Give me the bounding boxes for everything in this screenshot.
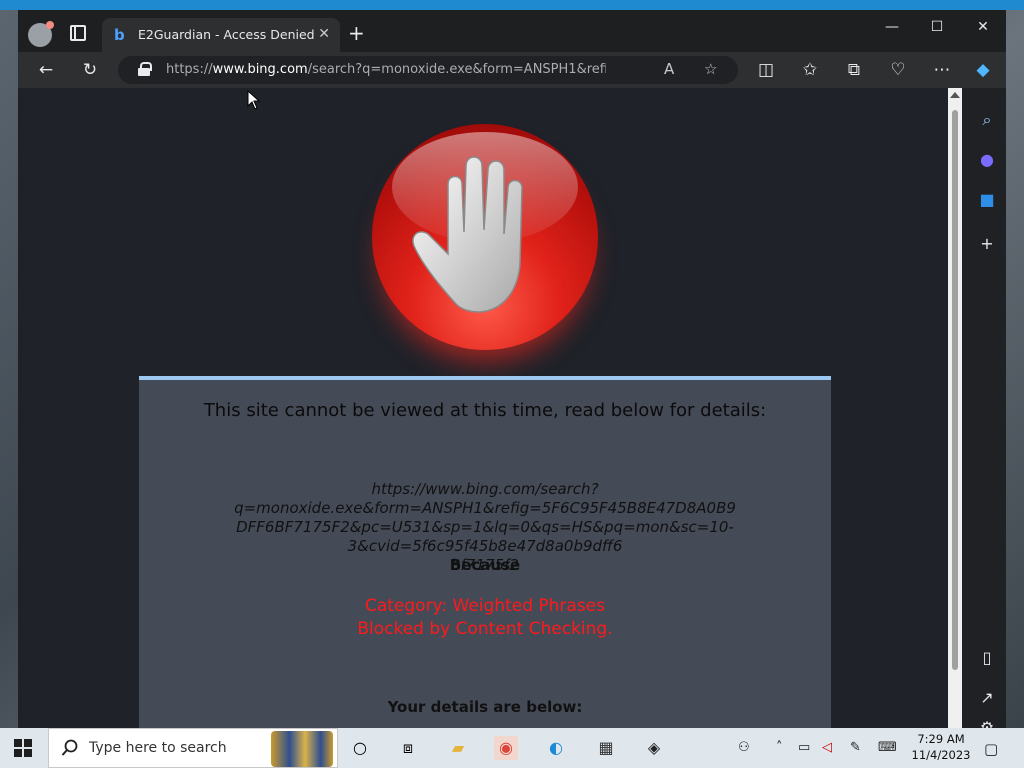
page-scrollbar[interactable] (948, 88, 962, 728)
tray-chevron-up-icon[interactable]: ˄ (776, 740, 783, 755)
details-heading: Your details are below: (387, 698, 583, 716)
tab-close-icon[interactable]: ✕ (318, 26, 330, 42)
block-category: Category: Weighted Phrases (364, 596, 606, 616)
task-view-icon[interactable]: ⧈ (396, 736, 420, 760)
search-highlight-image (271, 731, 333, 767)
scroll-up-icon[interactable] (950, 92, 960, 98)
network-icon[interactable]: ▭ (798, 740, 810, 755)
because-label: Because (449, 556, 521, 574)
maximize-button[interactable]: ☐ (923, 16, 951, 38)
scroll-thumb[interactable] (952, 110, 958, 670)
volume-muted-icon[interactable]: ◁ (822, 740, 832, 755)
heartbeat-icon[interactable]: ♡ (888, 60, 908, 80)
app-icon[interactable]: ◈ (642, 736, 666, 760)
browser-window: b E2Guardian - Access Denied ✕ + — ☐ ✕ ←… (18, 10, 1006, 737)
browser-toolbar: ← ↻ https://www.bing.com/search?q=monoxi… (18, 52, 1006, 88)
sidebar-toggle-icon[interactable]: ▯ (977, 648, 997, 668)
close-window-button[interactable]: ✕ (969, 16, 997, 38)
search-icon[interactable]: ⌕ (977, 110, 997, 130)
people-icon[interactable]: ⚇ (738, 740, 750, 755)
outlook-icon[interactable]: ■ (977, 190, 997, 210)
url-text[interactable]: https://www.bing.com/search?q=monoxide.e… (166, 62, 606, 77)
back-arrow-icon[interactable]: ← (36, 60, 56, 80)
tab-title: E2Guardian - Access Denied (138, 27, 315, 42)
desktop-accent-strip (0, 0, 1024, 10)
edge-icon[interactable]: ◐ (544, 736, 568, 760)
new-tab-button[interactable]: + (348, 23, 365, 43)
read-aloud-icon[interactable]: A (664, 60, 674, 78)
star-icon[interactable]: ☆ (704, 60, 717, 78)
stop-hand-icon (372, 124, 598, 350)
copilot-icon[interactable]: ◆ (973, 60, 993, 80)
access-denied-panel: This site cannot be viewed at this time,… (139, 376, 831, 728)
taskbar-search-box[interactable]: Type here to search (48, 728, 338, 768)
pen-icon[interactable]: ✎ (850, 740, 861, 755)
windows-start-icon[interactable] (14, 739, 32, 757)
taskbar-search-icon (61, 739, 78, 756)
clock-time: 7:29 AM (917, 732, 965, 746)
keyboard-icon[interactable]: ⌨ (878, 740, 897, 755)
refresh-icon[interactable]: ↻ (80, 60, 100, 80)
more-icon[interactable]: ⋯ (932, 60, 952, 80)
add-icon[interactable]: + (977, 234, 997, 254)
copilot-sidebar-icon[interactable]: ● (977, 150, 997, 170)
favorites-icon[interactable]: ✩ (800, 60, 820, 80)
bing-favicon-icon: b (114, 26, 125, 44)
tab-actions-icon[interactable] (70, 25, 86, 41)
edge-sidebar: ⌕ ● ■ + ▯ ↗ ⚙ (968, 88, 1006, 737)
taskbar: Type here to search ○ ⧈ ▰ ◉ ◐ ▦ ◈ ⚇ ˄ ▭ … (0, 728, 1024, 768)
page-content: This site cannot be viewed at this time,… (22, 88, 948, 728)
chrome-icon[interactable]: ◉ (494, 736, 518, 760)
page-title: This site cannot be viewed at this time,… (203, 400, 767, 421)
microsoft-store-icon[interactable]: ▦ (594, 736, 618, 760)
file-explorer-icon[interactable]: ▰ (446, 736, 470, 760)
lock-icon[interactable] (138, 62, 152, 76)
block-reason: Blocked by Content Checking. (357, 619, 613, 639)
split-screen-icon[interactable]: ◫ (756, 60, 776, 80)
tab-bar: b E2Guardian - Access Denied ✕ + — ☐ ✕ (18, 10, 1006, 52)
tab-active[interactable]: b E2Guardian - Access Denied ✕ (102, 18, 340, 52)
minimize-button[interactable]: — (878, 16, 906, 38)
clock-date: 11/4/2023 (911, 748, 971, 762)
mouse-cursor-icon (247, 90, 261, 110)
system-clock[interactable]: 7:29 AM 11/4/2023 (906, 731, 976, 763)
taskbar-search-placeholder: Type here to search (89, 740, 227, 756)
cortana-icon[interactable]: ○ (348, 736, 372, 760)
profile-avatar[interactable] (28, 21, 54, 47)
collections-icon[interactable]: ⧉ (844, 60, 864, 80)
notifications-icon[interactable]: ▢ (984, 740, 998, 758)
external-link-icon[interactable]: ↗ (977, 688, 997, 708)
address-bar[interactable]: https://www.bing.com/search?q=monoxide.e… (118, 56, 738, 84)
